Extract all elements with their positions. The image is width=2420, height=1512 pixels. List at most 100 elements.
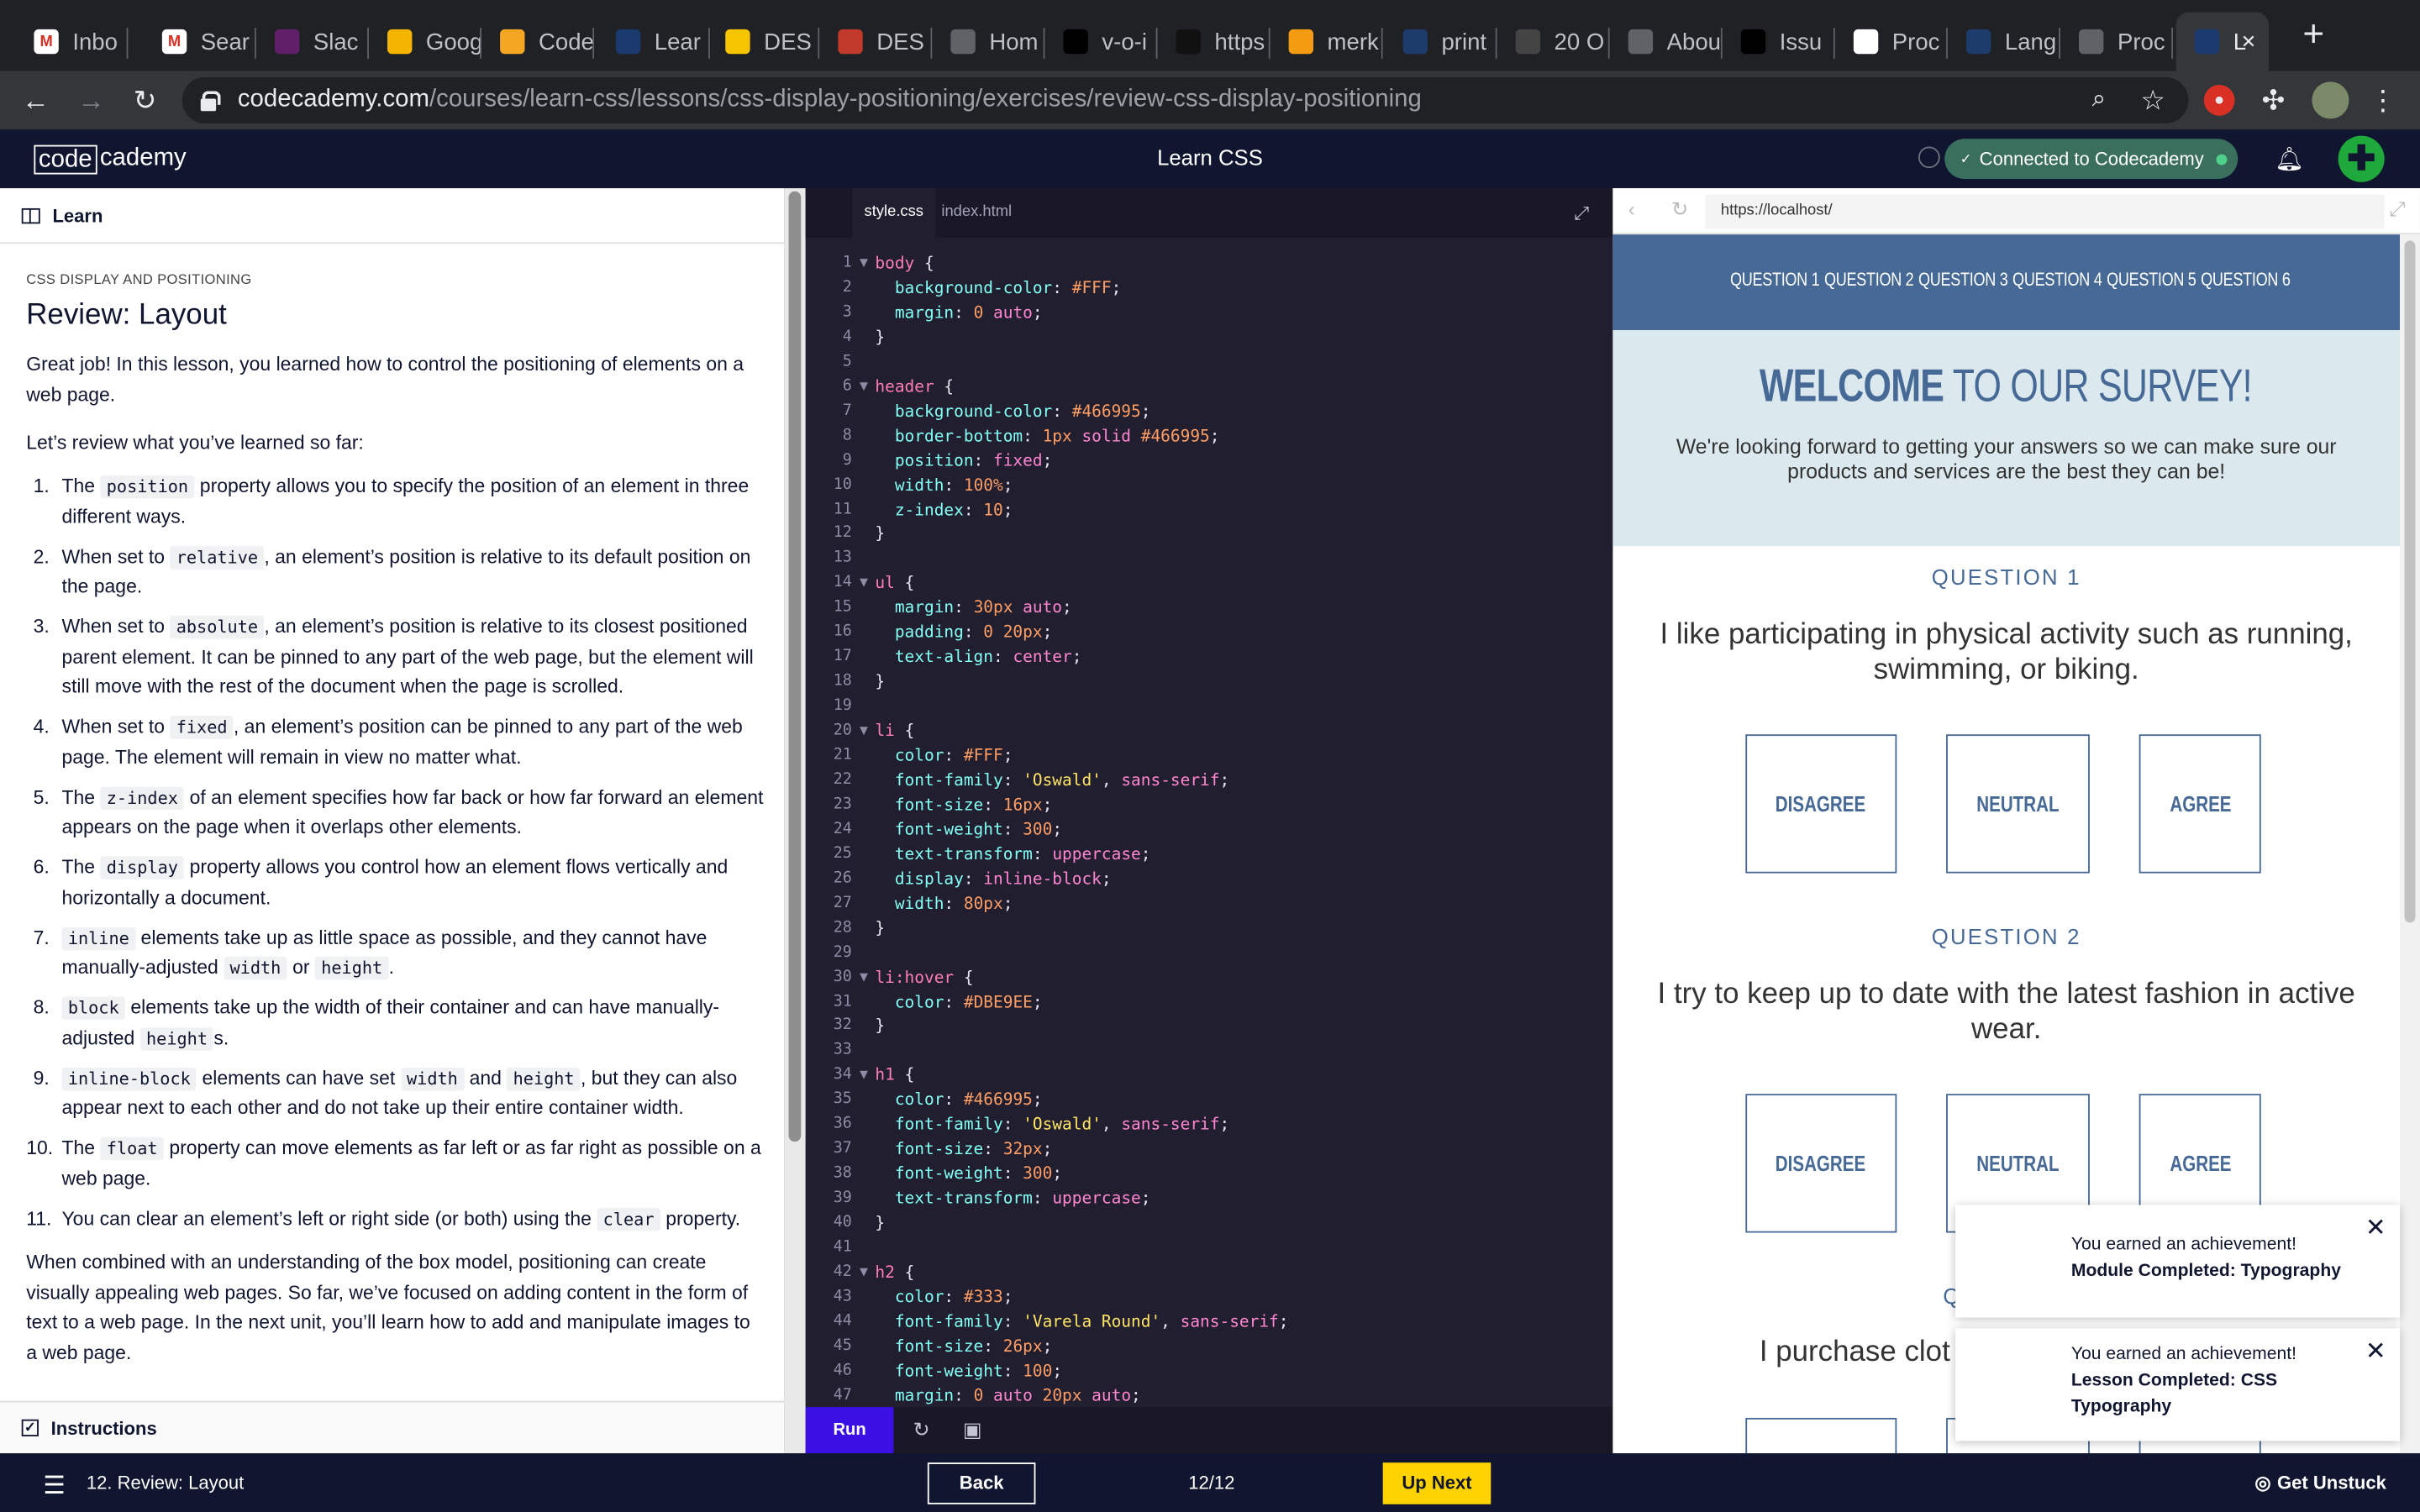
close-tab-icon[interactable]: ✕ — [2241, 31, 2256, 53]
survey-nav-item[interactable]: QUESTION 4 — [2012, 269, 2102, 291]
q1-neutral-button[interactable]: NEUTRAL — [1946, 734, 2090, 874]
code-line[interactable]: margin: 30px auto; — [875, 599, 1072, 617]
preview-scrollbar[interactable] — [2400, 234, 2420, 1454]
survey-nav-item[interactable]: QUESTION 6 — [2201, 269, 2291, 291]
instructions-toggle[interactable]: ✓ Instructions — [0, 1400, 785, 1454]
browser-tab[interactable]: DES — [707, 13, 820, 71]
reset-icon[interactable]: ↻ — [909, 1418, 934, 1442]
code-line[interactable]: color: #FFF; — [875, 747, 1013, 765]
reload-icon[interactable]: ↻ — [128, 83, 161, 117]
extension-shield-icon[interactable]: ● — [2203, 85, 2235, 116]
code-line[interactable]: display: inline-block; — [875, 869, 1112, 888]
code-line[interactable]: body { — [875, 255, 934, 273]
code-line[interactable]: header { — [875, 378, 954, 396]
browser-tab[interactable]: https — [1158, 13, 1270, 71]
browser-tab[interactable]: DES — [819, 13, 933, 71]
code-line[interactable]: border-bottom: 1px solid #466995; — [875, 427, 1220, 445]
browser-tab[interactable]: Slac — [256, 13, 369, 71]
browser-tab[interactable]: 20 O — [1497, 13, 1610, 71]
browser-tab[interactable]: print — [1385, 13, 1497, 71]
bookmark-star-icon[interactable]: ☆ — [2136, 83, 2170, 117]
q1-agree-button[interactable]: AGREE — [2139, 734, 2261, 874]
q2-disagree-button[interactable]: DISAGREE — [1745, 1094, 1897, 1233]
browser-tab[interactable]: M Inbo — [15, 13, 129, 71]
survey-nav-item[interactable]: QUESTION 2 — [1824, 269, 1914, 291]
browser-tab[interactable]: v-o-i — [1044, 13, 1158, 71]
lesson-scrollbar-thumb[interactable] — [788, 191, 802, 1142]
browser-tab[interactable]: Hom — [932, 13, 1045, 71]
code-editor[interactable]: style.css index.html ⤢ 1 ▼ body {2 backgro… — [805, 188, 1613, 1408]
get-unstuck-button[interactable]: ◎ Get Unstuck — [2254, 1472, 2386, 1494]
survey-nav-item[interactable]: QUESTION 3 — [1918, 269, 2008, 291]
browser-tab[interactable]: Code — [481, 13, 595, 71]
preview-scrollbar-thumb[interactable] — [2404, 240, 2416, 923]
browser-tab[interactable]: L ✕ — [2175, 12, 2269, 71]
code-line[interactable]: ul { — [875, 575, 914, 593]
fold-arrow-icon[interactable]: ▼ — [860, 969, 868, 984]
code-line[interactable]: h2 { — [875, 1263, 914, 1282]
browser-tab[interactable]: merk — [1270, 13, 1383, 71]
preview-reload-icon[interactable]: ↻ — [1671, 197, 1688, 222]
code-line[interactable]: font-family: 'Varela Round', sans-serif; — [875, 1313, 1289, 1331]
code-line[interactable]: font-size: 26px; — [875, 1337, 1053, 1356]
address-bar[interactable]: codecademy.com/courses/learn-css/lessons… — [182, 76, 2189, 123]
code-line[interactable]: font-weight: 300; — [875, 1165, 1062, 1184]
code-line[interactable]: } — [875, 1017, 885, 1036]
code-line[interactable]: color: #466995; — [875, 1091, 1043, 1110]
forward-arrow-icon[interactable]: → — [74, 83, 108, 117]
code-line[interactable]: z-index: 10; — [875, 501, 1013, 519]
user-avatar[interactable]: ✚ — [2338, 135, 2385, 182]
code-line[interactable]: color: #333; — [875, 1288, 1013, 1306]
code-line[interactable]: font-family: 'Oswald', sans-serif; — [875, 1116, 1229, 1134]
code-line[interactable]: font-size: 16px; — [875, 796, 1053, 815]
code-line[interactable]: padding: 0 20px; — [875, 623, 1053, 642]
run-button[interactable]: Run — [805, 1407, 894, 1454]
code-line[interactable]: } — [875, 673, 885, 691]
browser-tab[interactable]: M Sear — [144, 13, 256, 71]
code-line[interactable]: li { — [875, 722, 914, 741]
code-line[interactable]: } — [875, 919, 885, 937]
browser-tab[interactable]: Lang — [1948, 13, 2060, 71]
notification-bell-icon[interactable]: 🔔︎ — [2275, 145, 2304, 172]
lesson-scrollbar[interactable] — [784, 188, 806, 1454]
preview-back-icon[interactable]: ‹ — [1628, 197, 1635, 221]
up-next-button[interactable]: Up Next — [1382, 1462, 1491, 1504]
code-line[interactable]: font-weight: 300; — [875, 821, 1062, 839]
code-line[interactable]: text-align: center; — [875, 648, 1082, 667]
code-line[interactable]: width: 100%; — [875, 476, 1013, 495]
extensions-puzzle-icon[interactable]: ✣ — [2256, 83, 2290, 117]
code-line[interactable]: h1 { — [875, 1067, 914, 1085]
q3-disagree-button[interactable] — [1745, 1417, 1897, 1454]
browser-tab[interactable]: Goog — [369, 13, 482, 71]
code-line[interactable]: } — [875, 1215, 885, 1233]
code-line[interactable]: background-color: #466995; — [875, 402, 1151, 421]
fold-arrow-icon[interactable]: ▼ — [860, 379, 868, 394]
code-line[interactable]: background-color: #FFF; — [875, 279, 1122, 297]
fold-arrow-icon[interactable]: ▼ — [860, 723, 868, 738]
fold-arrow-icon[interactable]: ▼ — [860, 576, 868, 591]
browser-tab[interactable]: Proc — [2060, 13, 2174, 71]
fold-arrow-icon[interactable]: ▼ — [860, 1068, 868, 1084]
code-line[interactable]: text-transform: uppercase; — [875, 1189, 1151, 1208]
q1-disagree-button[interactable]: DISAGREE — [1745, 734, 1897, 874]
code-line[interactable]: margin: 0 auto 20px auto; — [875, 1387, 1141, 1405]
fold-arrow-icon[interactable]: ▼ — [860, 1265, 868, 1280]
preview-url[interactable]: https://localhost/ — [1705, 194, 2385, 228]
tab-style-css[interactable]: style.css — [851, 188, 936, 238]
code-line[interactable]: position: fixed; — [875, 451, 1052, 470]
menu-icon[interactable]: ☰ — [43, 1470, 65, 1501]
clipboard-icon[interactable]: ▣ — [960, 1418, 984, 1442]
back-arrow-icon[interactable]: ← — [18, 83, 52, 117]
back-button[interactable]: Back — [927, 1462, 1036, 1504]
browser-tab[interactable]: Issu — [1723, 13, 1835, 71]
browser-tab[interactable]: Lear — [597, 13, 710, 71]
browser-tab[interactable]: Proc — [1835, 13, 1948, 71]
code-line[interactable]: font-size: 32px; — [875, 1141, 1053, 1159]
code-line[interactable]: width: 80px; — [875, 895, 1013, 913]
code-line[interactable]: font-family: 'Oswald', sans-serif; — [875, 771, 1229, 790]
code-line[interactable]: } — [875, 525, 885, 543]
profile-avatar-icon[interactable] — [2312, 81, 2349, 119]
new-tab-button[interactable]: + — [2296, 16, 2330, 53]
learn-tab[interactable]: Learn — [0, 188, 785, 244]
survey-nav-item[interactable]: QUESTION 5 — [2107, 269, 2196, 291]
